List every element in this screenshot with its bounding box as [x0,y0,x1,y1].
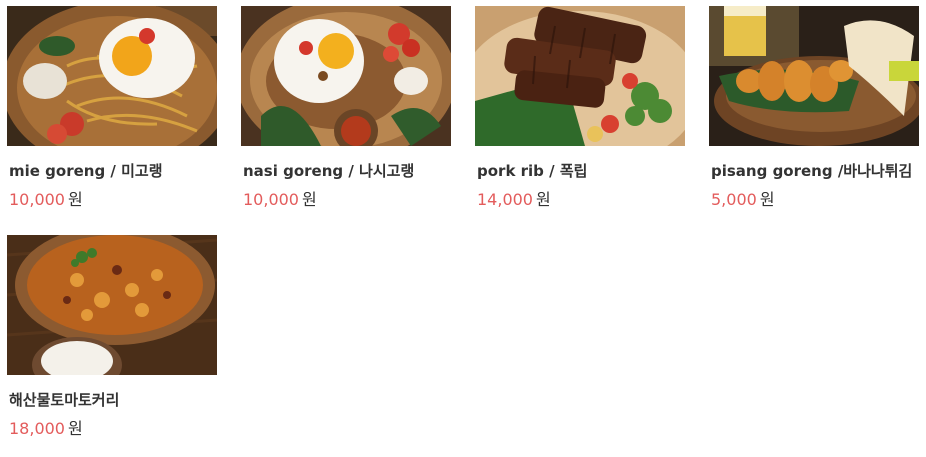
product-card-pork-rib[interactable]: pork rib / 폭립 14,000 원 [475,6,685,210]
product-image-seafood-tomato-curry[interactable] [7,235,217,375]
product-price-row: 5,000 원 [709,190,919,210]
price-unit: 원 [301,190,317,209]
product-card-mie-goreng[interactable]: mie goreng / 미고랭 10,000 원 [7,6,217,210]
product-price-row: 18,000 원 [7,419,217,439]
product-name[interactable]: mie goreng / 미고랭 [7,162,217,180]
price-unit: 원 [759,190,775,209]
product-price-row: 10,000 원 [241,190,451,210]
product-card-seafood-tomato-curry[interactable]: 해산물토마토커리 18,000 원 [7,235,217,439]
product-price: 18,000 [9,419,65,438]
product-price: 5,000 [711,190,757,209]
product-name[interactable]: 해산물토마토커리 [7,391,217,409]
product-price-row: 10,000 원 [7,190,217,210]
product-price: 10,000 [9,190,65,209]
product-card-nasi-goreng[interactable]: nasi goreng / 나시고랭 10,000 원 [241,6,451,210]
price-unit: 원 [67,190,83,209]
product-grid: mie goreng / 미고랭 10,000 원 nasi goreng / … [7,6,919,439]
product-image-pisang-goreng[interactable] [709,6,919,146]
product-name[interactable]: pork rib / 폭립 [475,162,685,180]
product-name[interactable]: pisang goreng /바나나튀김 [709,162,919,180]
product-image-pork-rib[interactable] [475,6,685,146]
product-card-pisang-goreng[interactable]: pisang goreng /바나나튀김 5,000 원 [709,6,919,210]
product-image-mie-goreng[interactable] [7,6,217,146]
product-price-row: 14,000 원 [475,190,685,210]
price-unit: 원 [67,419,83,438]
product-price: 10,000 [243,190,299,209]
product-price: 14,000 [477,190,533,209]
product-image-nasi-goreng[interactable] [241,6,451,146]
product-name[interactable]: nasi goreng / 나시고랭 [241,162,451,180]
price-unit: 원 [535,190,551,209]
